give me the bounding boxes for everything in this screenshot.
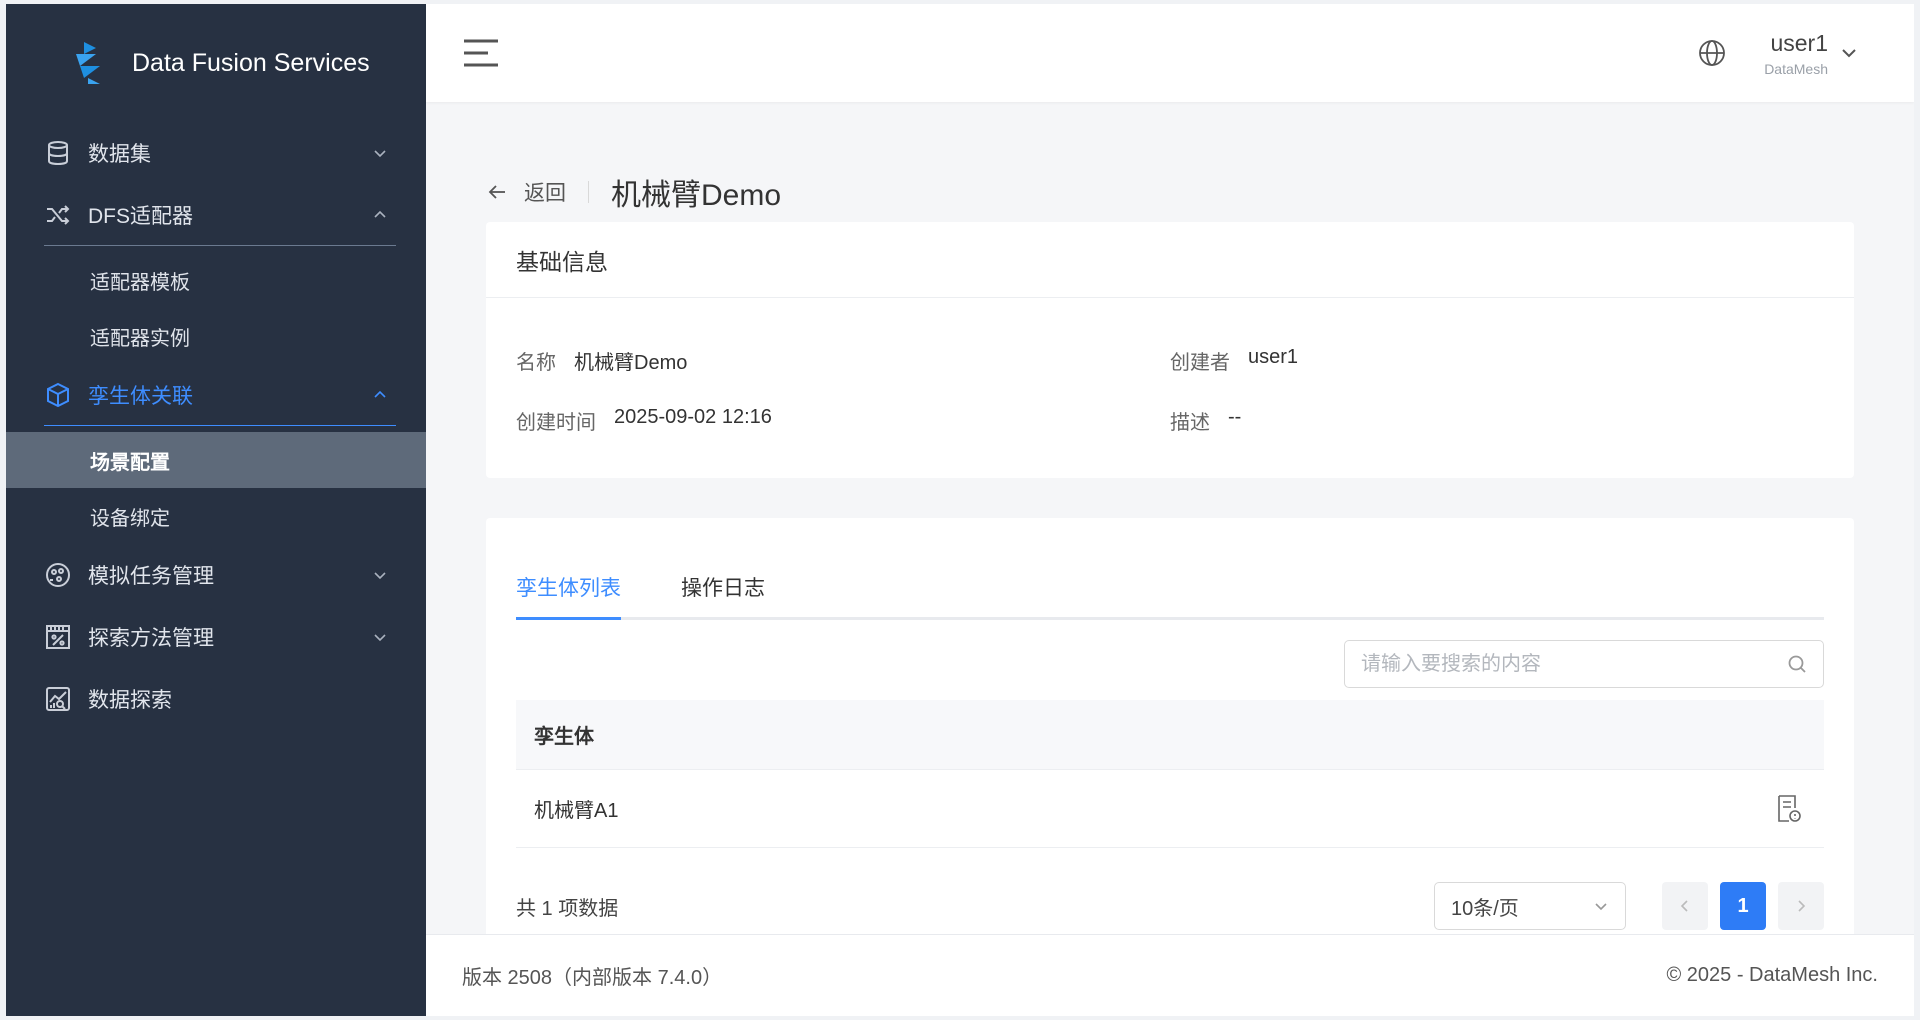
chevron-right-icon xyxy=(1798,900,1806,912)
page-title: 机械臂Demo xyxy=(611,179,782,212)
info-value: user1 xyxy=(1248,346,1299,368)
chevron-up-icon xyxy=(374,390,386,398)
sidebar-item-label: 模拟任务管理 xyxy=(88,565,214,588)
logo-icon xyxy=(76,42,100,84)
info-description: 描述 -- xyxy=(1170,406,1241,435)
info-key: 名称 xyxy=(516,352,556,374)
twin-name: 机械臂A1 xyxy=(534,800,619,822)
brand-name: Data Fusion Services xyxy=(132,48,370,77)
info-value: 2025-09-02 12:16 xyxy=(614,406,772,428)
detail-document-icon[interactable] xyxy=(1776,794,1802,824)
top-header: user1 DataMesh xyxy=(426,4,1914,102)
prev-page-button[interactable] xyxy=(1662,882,1708,930)
back-label: 返回 xyxy=(524,182,566,205)
divider xyxy=(588,181,589,203)
info-name: 名称 机械臂Demo xyxy=(516,346,687,375)
page-1-button[interactable]: 1 xyxy=(1720,882,1766,930)
sidebar-item-label: 数据集 xyxy=(88,143,151,166)
page-size-select[interactable]: 10条/页 xyxy=(1434,882,1626,930)
version-text: 版本 2508（内部版本 7.4.0） xyxy=(462,967,723,989)
brand[interactable]: Data Fusion Services xyxy=(6,4,426,122)
info-key: 描述 xyxy=(1170,412,1210,434)
chevron-down-icon xyxy=(374,634,386,642)
database-icon xyxy=(44,139,72,167)
sidebar-item-data-exploration[interactable]: 数据探索 xyxy=(6,668,426,730)
search-icon[interactable] xyxy=(1787,654,1807,674)
chevron-left-icon xyxy=(1680,900,1688,912)
chart-search-icon xyxy=(44,685,72,713)
twin-list-card: 孪生体列表 操作日志 孪生体 机械臂A1 xyxy=(486,518,1854,958)
sidebar-item-exploration-methods[interactable]: 探索方法管理 xyxy=(6,606,426,668)
sidebar-item-dfs-adapter[interactable]: DFS适配器 xyxy=(6,184,426,246)
back-button[interactable]: 返回 xyxy=(486,177,566,207)
user-menu[interactable]: user1 DataMesh xyxy=(1764,30,1828,77)
info-value: 机械臂Demo xyxy=(574,352,688,374)
user-org: DataMesh xyxy=(1764,60,1828,77)
shuffle-icon xyxy=(44,201,72,229)
sidebar-item-adapter-instance[interactable]: 适配器实例 xyxy=(6,308,426,364)
table-header: 孪生体 xyxy=(516,700,1824,770)
search-box xyxy=(1344,640,1824,688)
sidebar-item-simulation-tasks[interactable]: 模拟任务管理 xyxy=(6,544,426,606)
chevron-down-icon xyxy=(374,572,386,580)
info-creator: 创建者 user1 xyxy=(1170,346,1298,375)
column-header-twin: 孪生体 xyxy=(534,726,594,748)
sidebar-item-device-binding[interactable]: 设备绑定 xyxy=(6,488,426,544)
header-right: user1 DataMesh xyxy=(1698,30,1858,77)
chevron-down-icon xyxy=(374,150,386,158)
arrow-left-icon xyxy=(488,185,505,199)
sidebar-item-twin-association[interactable]: 孪生体关联 xyxy=(6,364,426,426)
chevron-down-icon[interactable] xyxy=(1840,44,1858,62)
user-name: user1 xyxy=(1770,29,1828,56)
pagination-controls: 10条/页 1 xyxy=(1434,882,1824,930)
page-header: 返回 机械臂Demo xyxy=(486,170,781,214)
table-row[interactable]: 机械臂A1 xyxy=(516,770,1824,848)
app-window: Data Fusion Services 数据集 DFS适配器 适配器模板 适配… xyxy=(6,4,1914,1016)
sidebar-item-dataset[interactable]: 数据集 xyxy=(6,122,426,184)
tab-twin-list[interactable]: 孪生体列表 xyxy=(516,558,621,620)
globe-icon[interactable] xyxy=(1698,39,1726,67)
info-created-time: 创建时间 2025-09-02 12:16 xyxy=(516,406,772,435)
sidebar-item-label: 探索方法管理 xyxy=(88,627,214,650)
tab-bar: 孪生体列表 操作日志 xyxy=(516,558,1824,620)
info-key: 创建者 xyxy=(1170,352,1230,374)
tab-operation-log[interactable]: 操作日志 xyxy=(681,558,765,617)
next-page-button[interactable] xyxy=(1778,882,1824,930)
sidebar-item-adapter-template[interactable]: 适配器模板 xyxy=(6,252,426,308)
card-title: 基础信息 xyxy=(486,222,1854,298)
info-value: -- xyxy=(1228,406,1242,428)
chevron-down-icon xyxy=(1595,903,1607,911)
basic-info-card: 基础信息 名称 机械臂Demo 创建者 user1 创建时间 2025-09-0… xyxy=(486,222,1854,478)
sidebar-item-scene-config[interactable]: 场景配置 xyxy=(6,432,426,488)
cube-icon xyxy=(44,381,72,409)
search-input[interactable] xyxy=(1361,652,1787,676)
twin-table: 孪生体 机械臂A1 xyxy=(516,700,1824,848)
chevron-up-icon xyxy=(374,210,386,218)
sidebar: Data Fusion Services 数据集 DFS适配器 适配器模板 适配… xyxy=(6,4,426,1016)
main-content: 返回 机械臂Demo 基础信息 名称 机械臂Demo 创建者 user1 创建时… xyxy=(426,102,1914,958)
page-size-value: 10条/页 xyxy=(1451,897,1519,920)
percent-calendar-icon xyxy=(44,623,72,651)
copyright-text: © 2025 - DataMesh Inc. xyxy=(1666,964,1878,986)
simulation-icon xyxy=(44,561,72,589)
sidebar-item-label: DFS适配器 xyxy=(88,205,193,228)
total-count: 共 1 项数据 xyxy=(516,897,619,920)
sidebar-item-label: 数据探索 xyxy=(88,689,172,712)
sidebar-item-label: 孪生体关联 xyxy=(88,385,193,408)
pagination: 共 1 项数据 10条/页 1 xyxy=(516,882,1824,930)
info-grid: 名称 机械臂Demo 创建者 user1 创建时间 2025-09-02 12:… xyxy=(486,298,1854,478)
info-key: 创建时间 xyxy=(516,412,596,434)
menu-toggle-icon[interactable] xyxy=(462,37,500,69)
footer: 版本 2508（内部版本 7.4.0） © 2025 - DataMesh In… xyxy=(426,934,1914,1016)
